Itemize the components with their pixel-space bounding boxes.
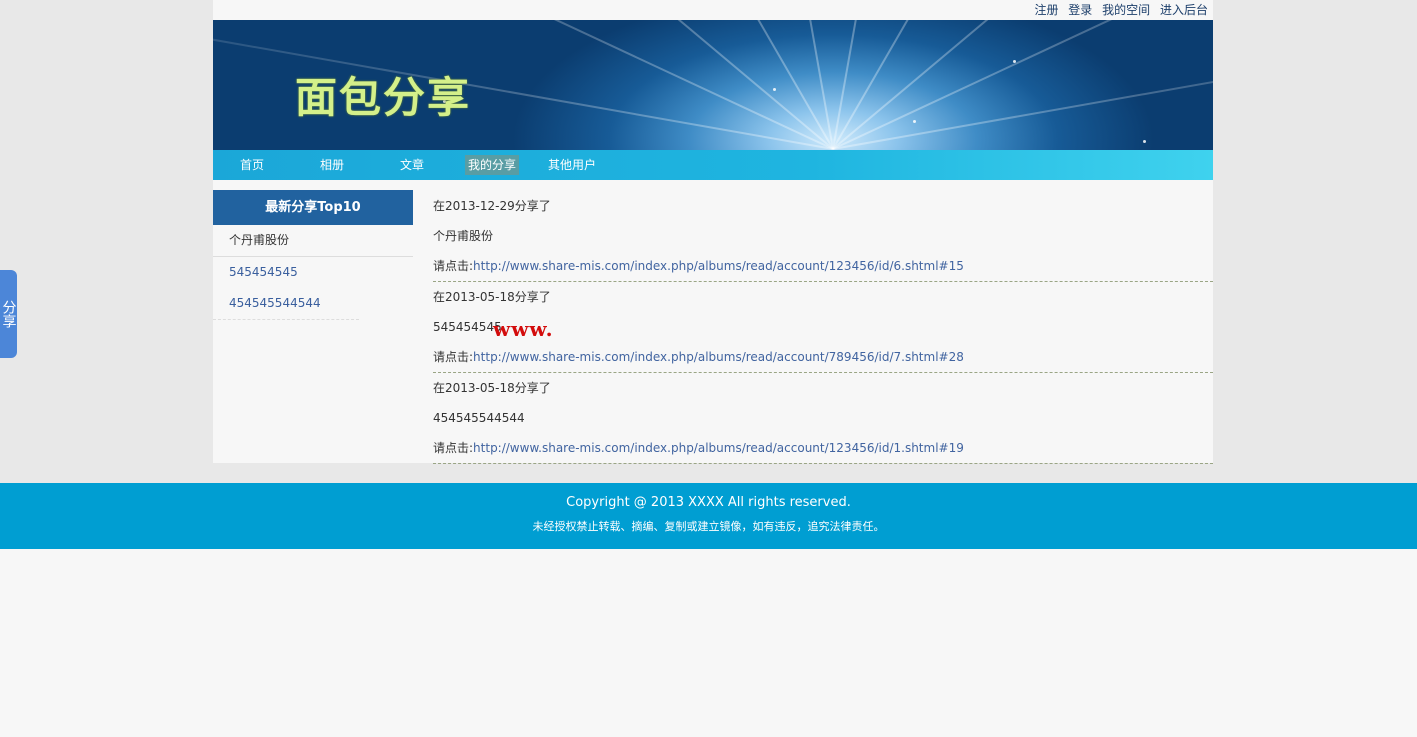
banner-ray	[832, 20, 1008, 150]
sidebar: 最新分享Top10 个丹甫股份 545454545 454545544544	[213, 190, 413, 320]
share-date: 在2013-05-18分享了	[433, 290, 551, 304]
share-entry: 在2013-05-18分享了 454545544544 请点击:http://w…	[433, 373, 1213, 464]
share-list: 在2013-12-29分享了 个丹甫股份 请点击:http://www.shar…	[433, 191, 1213, 464]
nav-item-other-users[interactable]: 其他用户	[548, 150, 596, 180]
banner-ray	[832, 20, 1213, 150]
share-link-line: 请点击:http://www.share-mis.com/index.php/a…	[433, 433, 1213, 463]
share-link-line: 请点击:http://www.share-mis.com/index.php/a…	[433, 342, 1213, 372]
sidebar-title: 最新分享Top10	[213, 190, 413, 225]
sidebar-item[interactable]: 454545544544	[213, 288, 359, 320]
share-link-line: 请点击:http://www.share-mis.com/index.php/a…	[433, 251, 1213, 281]
sidebar-item[interactable]: 545454545	[213, 257, 413, 288]
share-title: 454545544544	[433, 411, 525, 425]
banner-ray	[832, 20, 1213, 150]
nav-item-home[interactable]: 首页	[240, 150, 264, 180]
my-space-link[interactable]: 我的空间	[1102, 3, 1150, 17]
watermark-text: www.	[493, 317, 554, 341]
register-link[interactable]: 注册	[1034, 3, 1058, 17]
share-side-tab[interactable]: 分享	[0, 270, 17, 358]
share-link-prefix: 请点击:	[433, 441, 474, 455]
sidebar-item[interactable]: 个丹甫股份	[213, 225, 413, 257]
share-title: 545454545	[433, 320, 502, 334]
main-nav: 首页 相册 文章 我的分享 其他用户	[213, 150, 1213, 180]
banner-star	[913, 120, 916, 123]
share-link[interactable]: http://www.share-mis.com/index.php/album…	[473, 441, 964, 455]
site-logo: 面包分享	[295, 73, 472, 122]
share-title: 个丹甫股份	[433, 229, 494, 243]
share-link-prefix: 请点击:	[433, 350, 474, 364]
share-link-prefix: 请点击:	[433, 259, 474, 273]
content-area: 最新分享Top10 个丹甫股份 545454545 454545544544 在…	[213, 180, 1213, 464]
banner-star	[1143, 140, 1146, 143]
share-date: 在2013-12-29分享了	[433, 199, 551, 213]
login-link[interactable]: 登录	[1068, 3, 1092, 17]
banner-star	[1013, 60, 1016, 63]
footer-copyright: Copyright @ 2013 XXXX All rights reserve…	[566, 495, 851, 510]
admin-link[interactable]: 进入后台	[1160, 3, 1208, 17]
page-container: 注册 登录 我的空间 进入后台 面包分享 首页 相册 文章 我的分享 其他用户 …	[213, 0, 1213, 464]
share-link[interactable]: http://www.share-mis.com/index.php/album…	[473, 259, 964, 273]
share-entry: 在2013-05-18分享了 545454545 www. 请点击:http:/…	[433, 282, 1213, 373]
share-entry: 在2013-12-29分享了 个丹甫股份 请点击:http://www.shar…	[433, 191, 1213, 282]
banner-ray	[832, 20, 1213, 150]
share-date: 在2013-05-18分享了	[433, 381, 551, 395]
nav-item-albums[interactable]: 相册	[320, 150, 344, 180]
banner-star	[773, 88, 776, 91]
banner-ray	[832, 20, 1213, 150]
top-links-bar: 注册 登录 我的空间 进入后台	[213, 0, 1213, 20]
nav-item-my-shares[interactable]: 我的分享	[465, 155, 520, 175]
header-banner: 面包分享	[213, 20, 1213, 150]
share-title-line: 545454545 www.	[433, 312, 1213, 342]
footer-notice: 未经授权禁止转载、摘编、复制或建立镜像，如有违反，追究法律责任。	[532, 520, 885, 533]
footer: Copyright @ 2013 XXXX All rights reserve…	[0, 483, 1417, 549]
share-link[interactable]: http://www.share-mis.com/index.php/album…	[473, 350, 964, 364]
nav-item-articles[interactable]: 文章	[400, 150, 424, 180]
